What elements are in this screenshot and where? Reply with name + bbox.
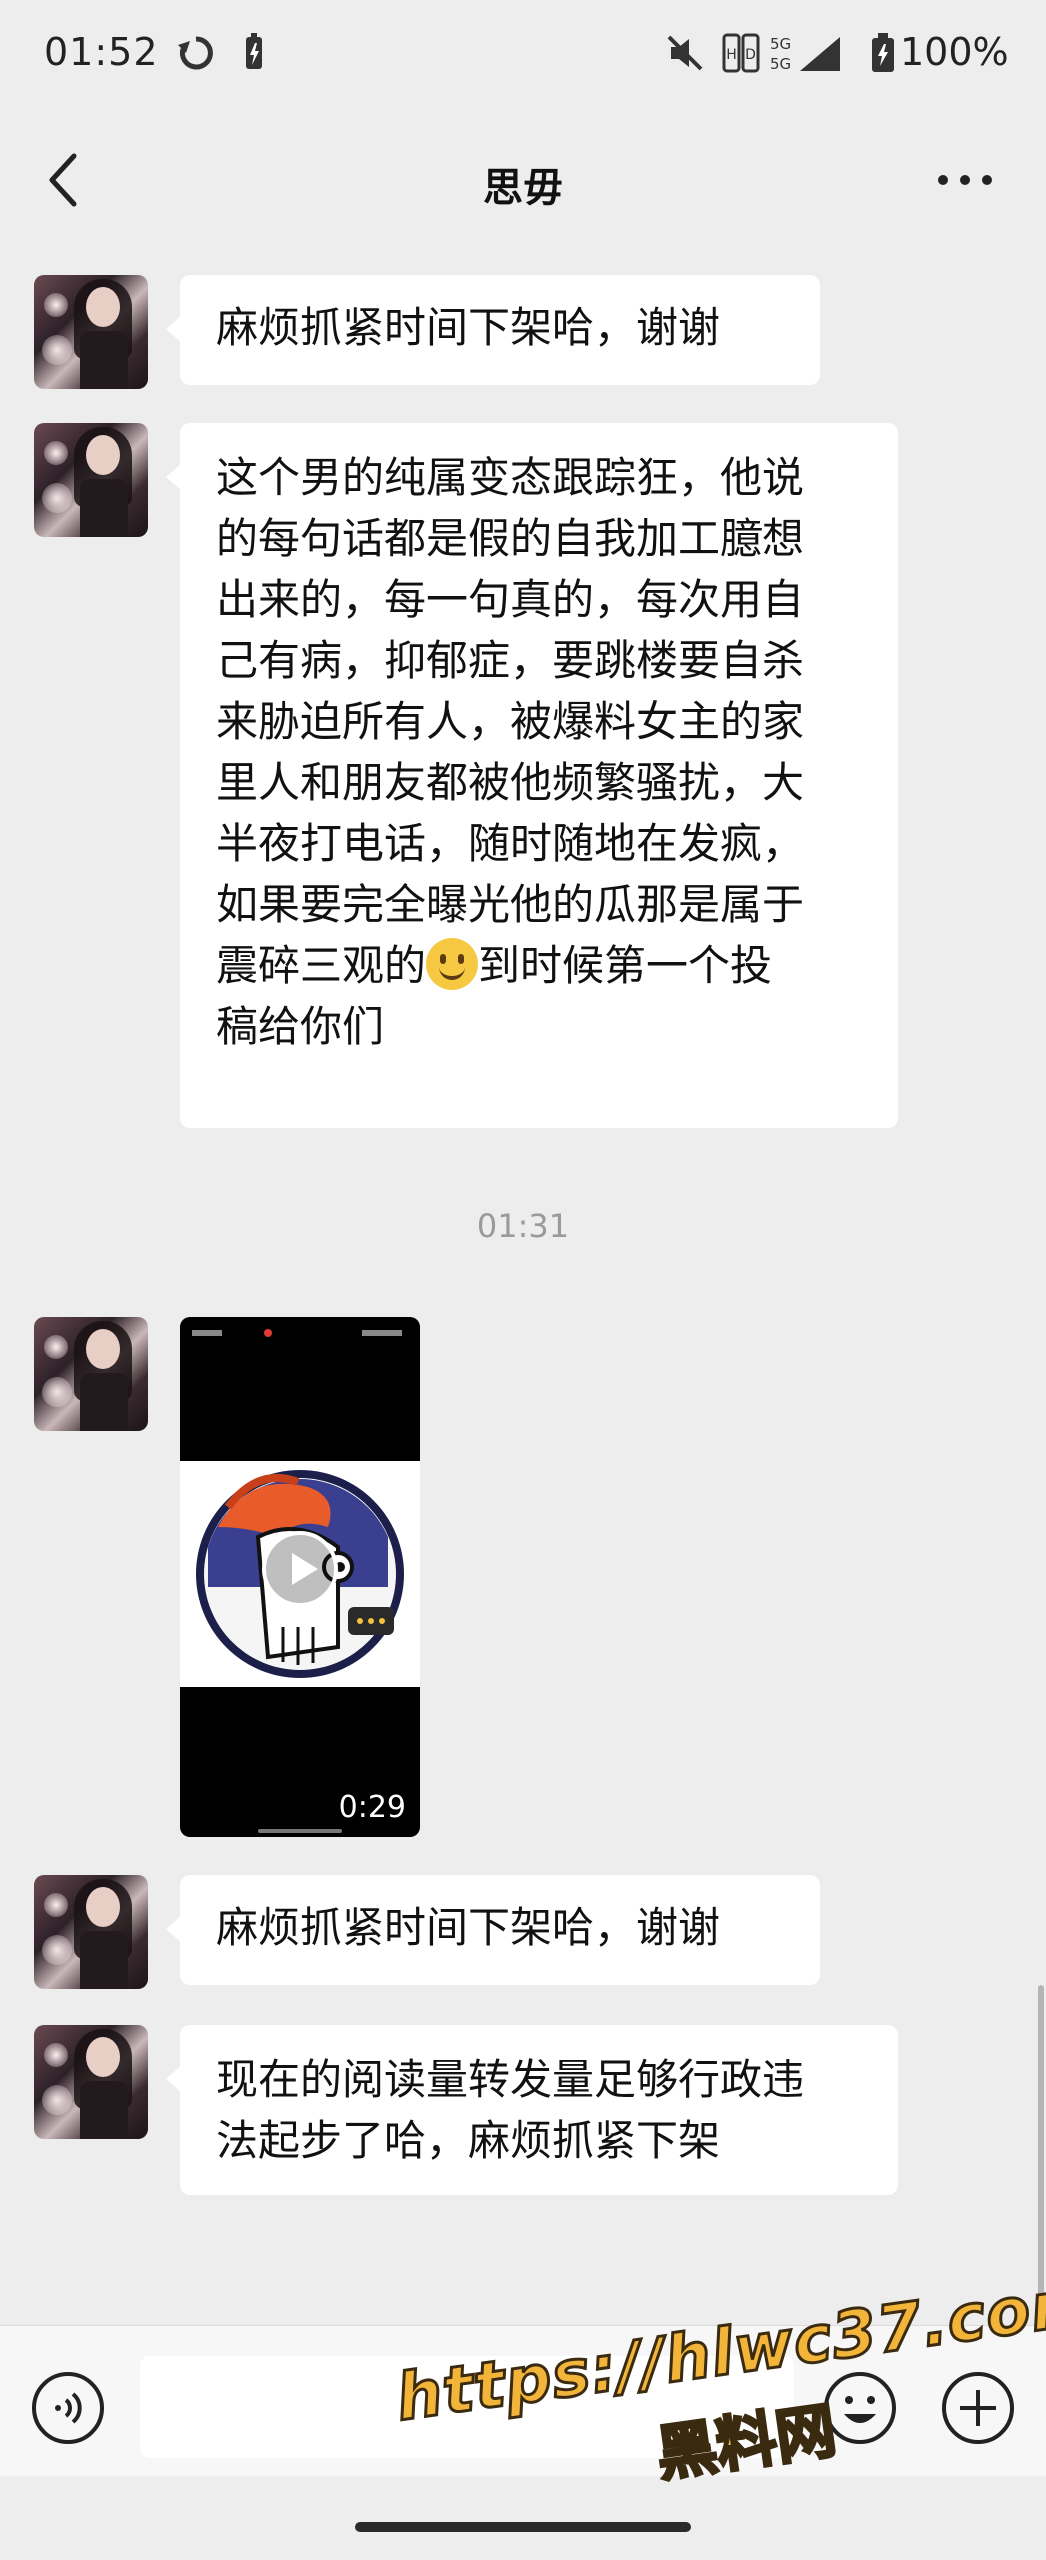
smile-emoji-icon: [426, 938, 479, 990]
watermark-name: 黑料网: [651, 2394, 842, 2491]
more-icon[interactable]: [935, 160, 995, 200]
mute-icon: [667, 35, 703, 71]
chat-title: 思毋: [483, 165, 563, 211]
video-message[interactable]: 0:29: [180, 1317, 420, 1837]
message-bubble[interactable]: 麻烦抓紧时间下架哈，谢谢: [166, 275, 820, 385]
status-bar: 01:52 H D 5G 5G 100%: [0, 0, 1046, 115]
avatar[interactable]: [34, 1875, 148, 1989]
message-line: 现在的阅读量转发量足够行政违: [216, 2055, 805, 2104]
svg-text:D: D: [745, 47, 756, 63]
voice-icon[interactable]: [30, 2370, 106, 2446]
sync-icon: [178, 36, 213, 70]
message-bubble[interactable]: 这个男的纯属变态跟踪狂，他说 的每句话都是假的自我加工臆想 出来的，每一句真的，…: [166, 423, 898, 1128]
svg-text:H: H: [726, 47, 737, 63]
battery-percentage: 100%: [900, 30, 1009, 74]
battery-icon: [872, 33, 894, 72]
svg-text:5G: 5G: [770, 55, 791, 73]
message-text: 震碎三观的: [216, 941, 427, 990]
message-text: 麻烦抓紧时间下架哈，谢谢: [216, 1903, 721, 1952]
play-icon[interactable]: [260, 1529, 340, 1609]
message-line: 如果要完全曝光他的瓜那是属于: [216, 880, 805, 929]
message-line: 的每句话都是假的自我加工臆想: [216, 514, 805, 563]
video-duration: 0:29: [338, 1790, 406, 1825]
avatar[interactable]: [34, 423, 148, 537]
message-line: 震碎三观的 到时候第一个投: [216, 935, 862, 996]
message-line: 来胁迫所有人，被爆料女主的家: [216, 697, 805, 746]
avatar[interactable]: [34, 1317, 148, 1431]
message-line: 半夜打电话，随时随地在发疯，: [216, 819, 805, 868]
avatar[interactable]: [34, 275, 148, 389]
message-line: 法起步了哈，麻烦抓紧下架: [216, 2116, 721, 2165]
battery-saver-icon: [246, 33, 262, 69]
message-list[interactable]: 麻烦抓紧时间下架哈，谢谢 这个男的纯属变态跟踪狂，他说 的每句话都是假的自我加工…: [0, 245, 1046, 2475]
avatar[interactable]: [34, 2025, 148, 2139]
message-line: 己有病，抑郁症，要跳楼要自杀: [216, 636, 805, 685]
message-line: 出来的，每一句真的，每次用自: [216, 575, 805, 624]
message-text: 麻烦抓紧时间下架哈，谢谢: [216, 303, 721, 352]
message-bubble[interactable]: 现在的阅读量转发量足够行政违 法起步了哈，麻烦抓紧下架: [166, 2025, 898, 2195]
home-indicator[interactable]: [355, 2522, 691, 2532]
message-line: 里人和朋友都被他频繁骚扰，大: [216, 758, 805, 807]
message-timestamp: 01:31: [476, 1207, 570, 1245]
signal-icon: 5G 5G: [770, 35, 840, 73]
video-status-strip: [192, 1327, 408, 1342]
message-text: 到时候第一个投: [478, 941, 773, 990]
hd-icon: H D: [722, 33, 760, 73]
svg-text:5G: 5G: [770, 35, 791, 53]
message-line: 稿给你们: [216, 1002, 385, 1051]
chat-header: 思毋: [0, 115, 1046, 245]
video-progress-bar: [258, 1829, 342, 1833]
message-line: 这个男的纯属变态跟踪狂，他说: [216, 453, 805, 502]
status-time: 01:52: [44, 30, 159, 74]
message-bubble[interactable]: 麻烦抓紧时间下架哈，谢谢: [166, 1875, 820, 1985]
